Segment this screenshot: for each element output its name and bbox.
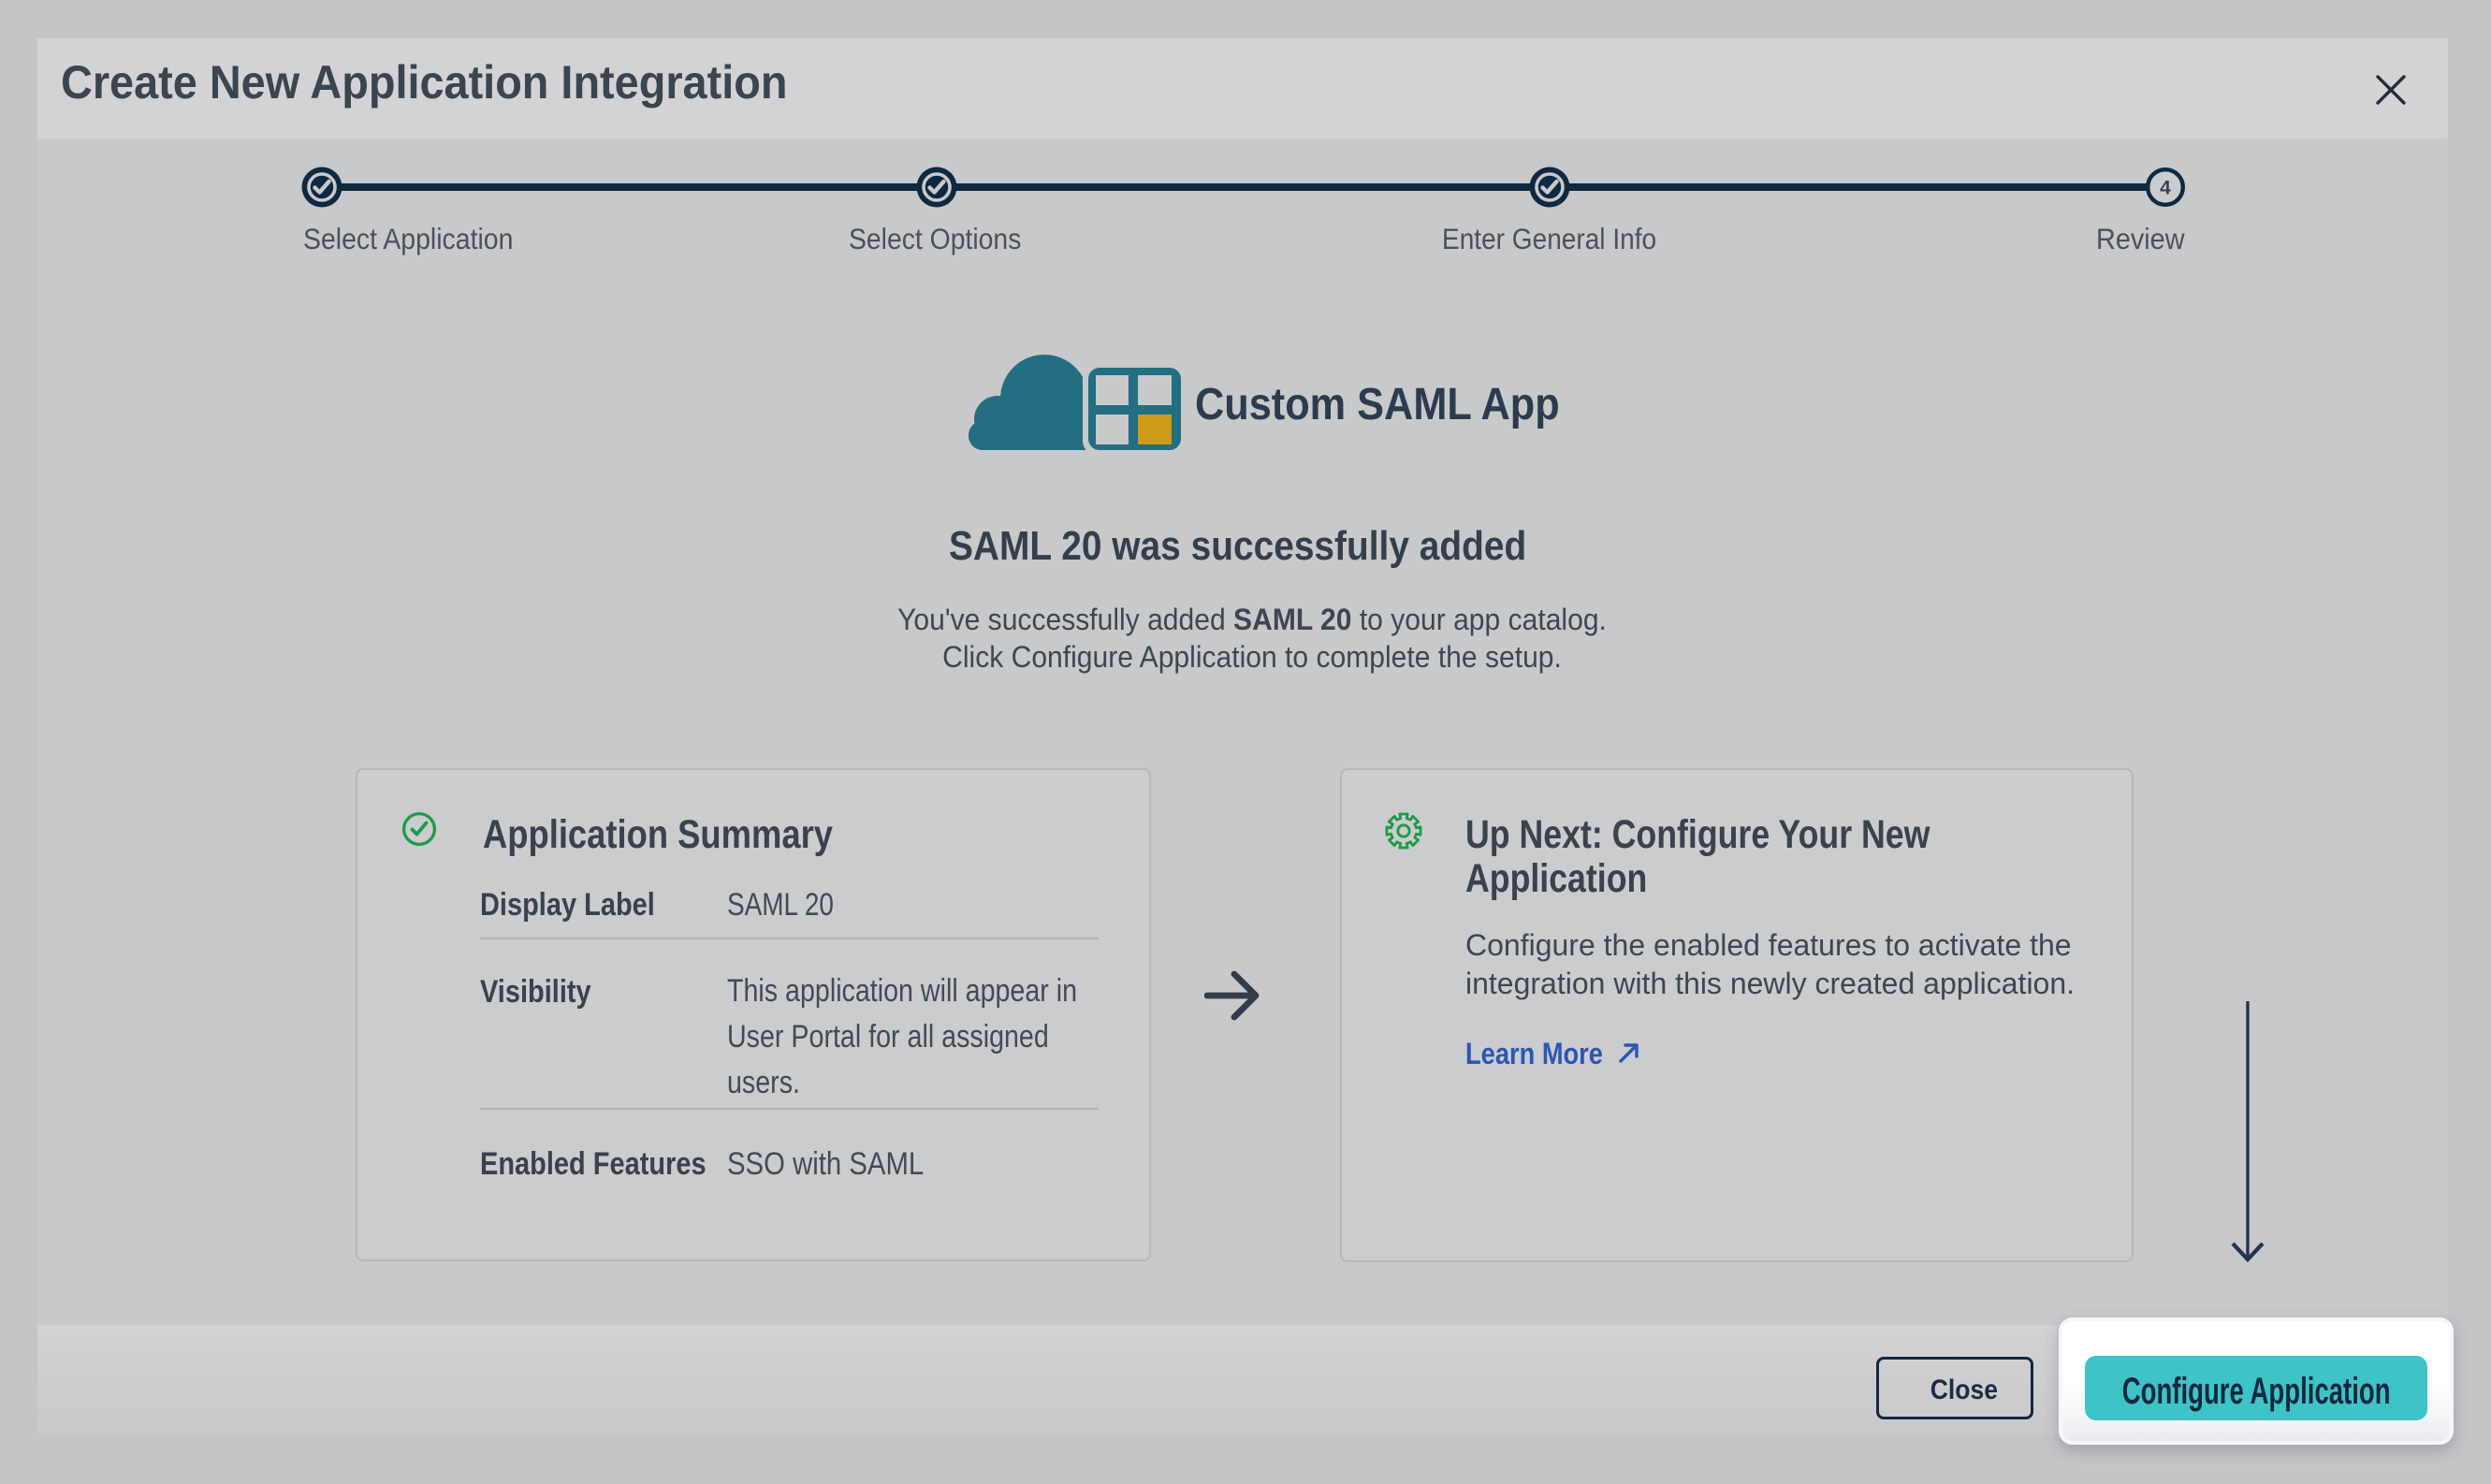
svg-text:4: 4 <box>2160 178 2171 199</box>
